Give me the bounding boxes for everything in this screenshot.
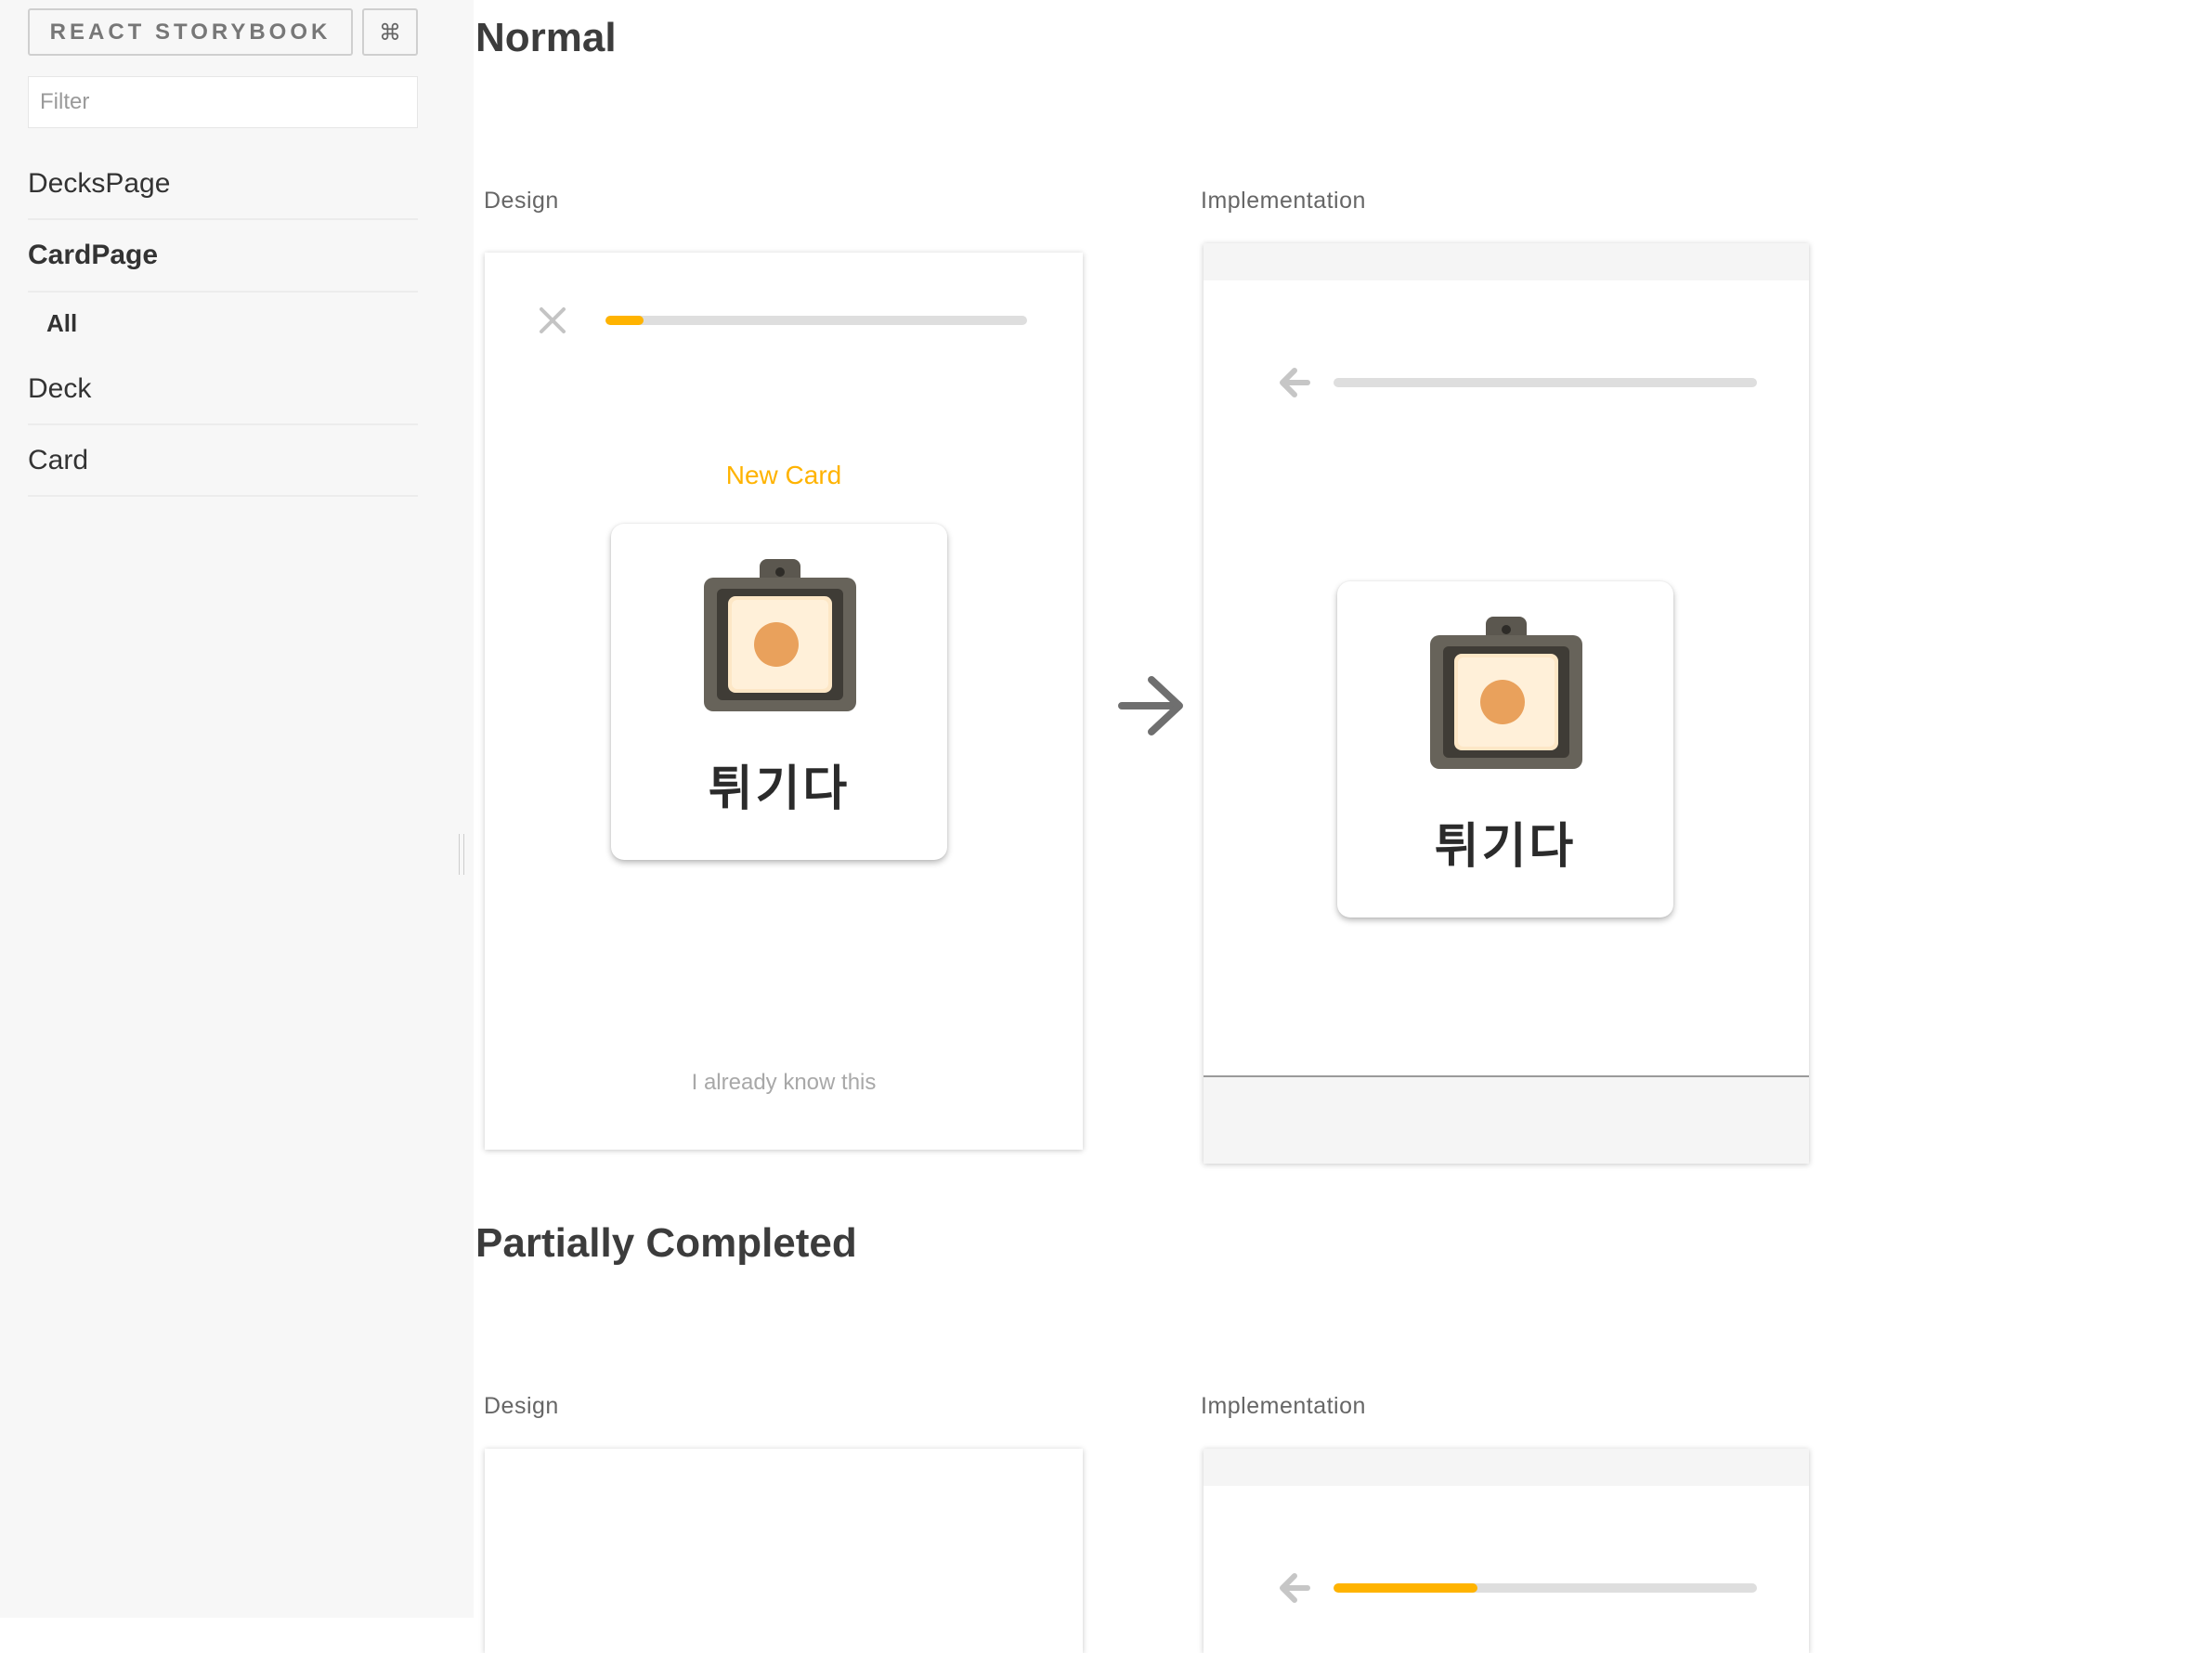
nav-item-deckspage[interactable]: DecksPage [28,149,418,220]
filter-input[interactable] [28,76,418,128]
camera-device-image [704,559,856,711]
design-label: Design [484,188,559,214]
story-nav: DecksPage CardPage All Deck Card [28,149,418,497]
storybook-brand-button[interactable]: REACT STORYBOOK [28,8,353,56]
design-panel: New Card 튀기다 I already know this [485,253,1083,1150]
camera-device-image [1430,617,1582,769]
progress-fill [605,316,644,325]
progress-fill [1334,1583,1478,1593]
flashcard[interactable]: 튀기다 [1337,581,1673,918]
implementation-label: Implementation [1201,188,1366,214]
design-panel [485,1449,1083,1653]
close-icon[interactable] [539,306,566,334]
new-card-badge: New Card [725,461,842,489]
implementation-label: Implementation [1201,1393,1366,1419]
progress-bar [605,316,1027,325]
implementation-panel [1204,1449,1809,1653]
section-title-partially-completed: Partially Completed [475,1220,857,1266]
arrow-left-icon[interactable] [1278,1571,1311,1605]
nav-subitem-all[interactable]: All [28,293,418,354]
keyboard-shortcuts-button[interactable]: ⌘ [362,8,418,56]
design-label: Design [484,1393,559,1419]
card-word: 튀기다 [708,761,851,817]
storybook-sidebar: REACT STORYBOOK ⌘ DecksPage CardPage All… [0,0,474,1618]
progress-bar [1334,378,1757,387]
implementation-panel: 튀기다 [1204,243,1809,1164]
progress-bar [1334,1583,1757,1593]
implementation-header [1204,243,1809,280]
sidebar-resize-handle[interactable] [459,834,464,875]
implementation-footer [1204,1075,1809,1164]
nav-item-cardpage[interactable]: CardPage [28,220,418,293]
already-know-link[interactable]: I already know this [485,1070,1083,1096]
nav-item-deck[interactable]: Deck [28,354,418,425]
flashcard[interactable]: 튀기다 [611,524,947,860]
implementation-header [1204,1449,1809,1486]
arrow-right-icon [1118,676,1183,735]
arrow-left-icon[interactable] [1278,366,1311,399]
section-title-normal: Normal [475,15,617,60]
nav-item-card[interactable]: Card [28,425,418,497]
card-word: 튀기다 [1434,819,1577,875]
